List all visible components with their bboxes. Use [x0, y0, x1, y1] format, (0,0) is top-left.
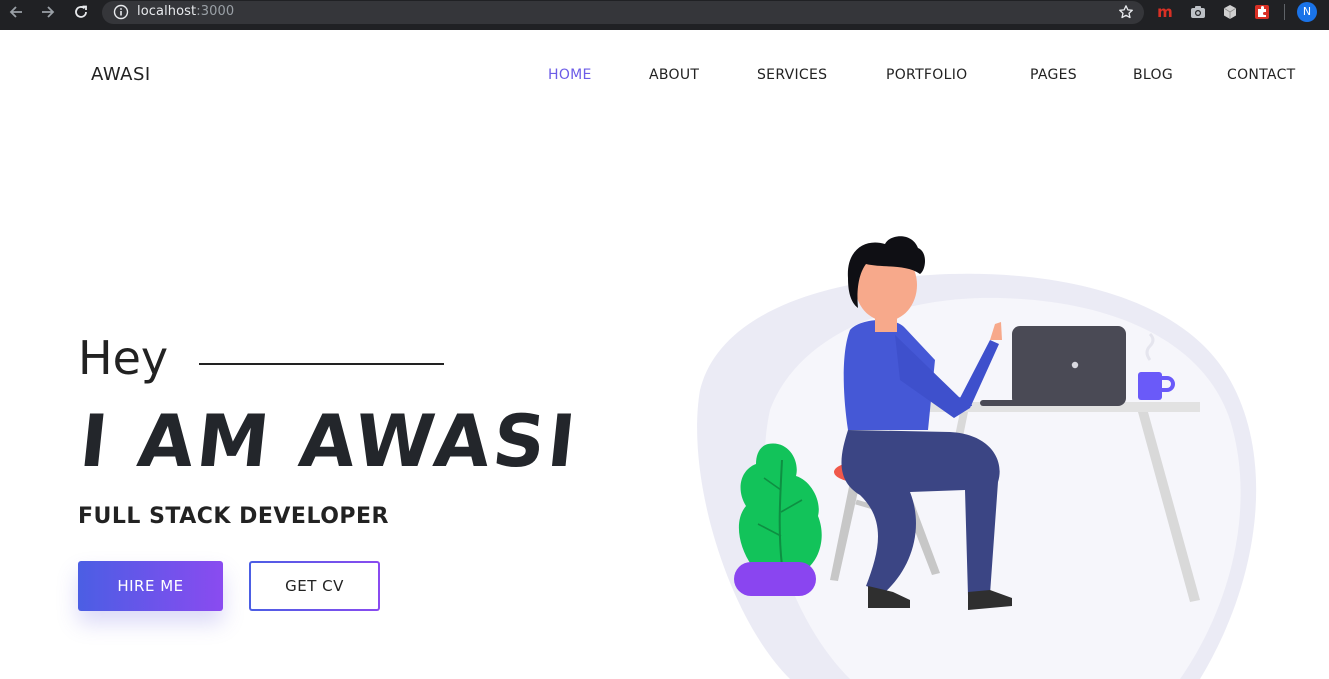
forward-icon[interactable]	[36, 0, 60, 24]
url-text: localhost:3000	[137, 4, 234, 20]
url-port: :3000	[196, 4, 235, 19]
site-info-icon[interactable]	[113, 4, 129, 20]
camera-icon[interactable]	[1188, 2, 1208, 22]
bookmark-star-icon[interactable]	[1118, 4, 1134, 20]
puzzle-icon[interactable]	[1252, 2, 1272, 22]
cube-icon[interactable]	[1220, 2, 1240, 22]
nav-home[interactable]: HOME	[548, 64, 592, 86]
nav-about[interactable]: ABOUT	[649, 64, 699, 86]
hire-me-button[interactable]: HIRE ME	[78, 561, 223, 611]
nav-services[interactable]: SERVICES	[757, 64, 827, 86]
reload-icon[interactable]	[69, 0, 93, 24]
nav-blog[interactable]: BLOG	[1133, 64, 1173, 86]
background-blob-inner	[764, 297, 1241, 679]
browser-toolbar: localhost:3000 m N	[0, 0, 1329, 30]
address-bar[interactable]: localhost:3000	[102, 1, 1144, 24]
m-icon[interactable]: m	[1155, 2, 1175, 22]
nav-portfolio[interactable]: PORTFOLIO	[886, 64, 967, 86]
nav-contact[interactable]: CONTACT	[1227, 64, 1296, 86]
get-cv-button[interactable]: GET CV	[249, 561, 380, 611]
main-navigation: HOME ABOUT SERVICES PORTFOLIO PAGES BLOG…	[0, 64, 1329, 86]
greeting-underline	[199, 363, 444, 365]
toolbar-divider	[1284, 4, 1285, 20]
hero-title: I AM AWASI	[76, 399, 583, 483]
url-host: localhost	[137, 4, 197, 19]
hero-subtitle: FULL STACK DEVELOPER	[78, 504, 389, 529]
hero-greeting: Hey	[78, 331, 169, 385]
developer-illustration	[697, 236, 1257, 679]
back-icon[interactable]	[4, 0, 28, 24]
profile-avatar[interactable]: N	[1297, 2, 1317, 22]
nav-pages[interactable]: PAGES	[1030, 64, 1077, 86]
